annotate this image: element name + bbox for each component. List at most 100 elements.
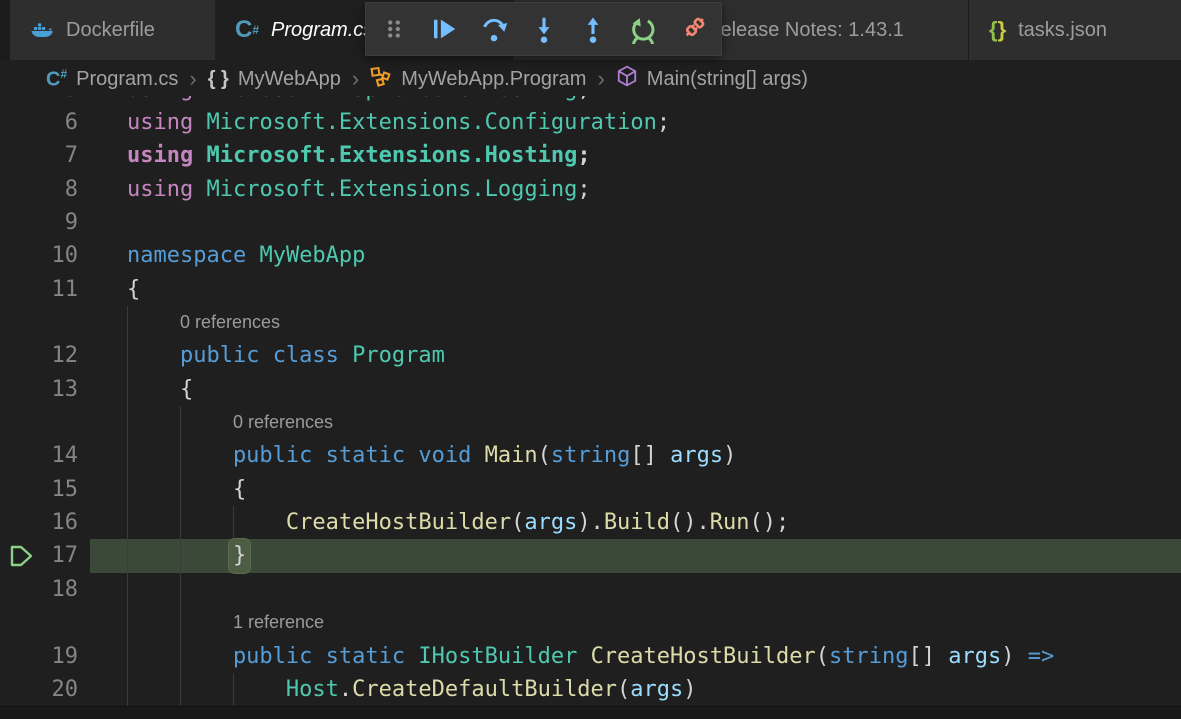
editor-gutter[interactable]: 7 — [0, 139, 90, 172]
editor-gutter[interactable]: 19 — [0, 640, 90, 673]
tab-dockerfile[interactable]: Dockerfile — [10, 0, 215, 60]
editor-gutter[interactable] — [0, 306, 90, 339]
indent-guide — [180, 473, 233, 506]
breadcrumb-separator: › — [352, 66, 359, 92]
debug-step-into-button[interactable] — [524, 9, 564, 49]
breadcrumb-item-method[interactable]: Main(string[] args) — [616, 65, 808, 93]
code-line: 5using Microsoft.AspNetCore.Hosting; — [0, 96, 1181, 106]
editor-gutter[interactable]: 9 — [0, 206, 90, 239]
code-line-content[interactable]: using Microsoft.AspNetCore.Hosting; — [90, 96, 591, 106]
debug-restart-button[interactable] — [623, 9, 663, 49]
code-token: ( — [538, 439, 551, 472]
code-line-content[interactable]: { — [90, 473, 1181, 506]
code-line: 16CreateHostBuilder(args).Build().Run(); — [0, 506, 1181, 539]
code-line-content[interactable]: 0 references — [90, 406, 1181, 439]
code-line-content[interactable]: using Microsoft.Extensions.Logging; — [90, 173, 1181, 206]
debug-toolbar-drag-handle[interactable] — [374, 9, 414, 49]
step-over-icon — [479, 14, 509, 44]
code-line-content[interactable] — [90, 573, 1181, 606]
code-editor[interactable]: 5using Microsoft.AspNetCore.Hosting;6usi… — [0, 96, 1181, 707]
indent-guide — [233, 506, 286, 539]
editor-gutter[interactable]: 11 — [0, 273, 90, 306]
editor-gutter[interactable] — [0, 606, 90, 639]
code-line-content[interactable]: public static void Main(string[] args) — [90, 439, 1181, 472]
code-line-content[interactable]: namespace MyWebApp — [90, 239, 1181, 272]
code-token: using — [127, 106, 206, 139]
breadcrumb-label: MyWebApp.Program — [401, 68, 586, 91]
breadcrumb-separator: › — [597, 66, 604, 92]
code-line-content[interactable]: Host.CreateDefaultBuilder(args) — [90, 673, 1181, 706]
code-line-content[interactable]: public static IHostBuilder CreateHostBui… — [90, 640, 1181, 673]
debug-continue-button[interactable] — [424, 9, 464, 49]
code-token: [] — [630, 439, 670, 472]
breadcrumb-item-class[interactable]: MyWebApp.Program — [370, 65, 586, 93]
indent-guide — [127, 439, 180, 472]
code-token: { — [180, 373, 193, 406]
code-token: ) — [683, 673, 696, 706]
code-token: namespace — [127, 239, 259, 272]
code-line-content[interactable]: public class Program — [90, 339, 1181, 372]
code-token: public — [233, 640, 326, 673]
editor-gutter[interactable]: 14 — [0, 439, 90, 472]
indent-guide — [180, 439, 233, 472]
code-token: ( — [617, 673, 630, 706]
csharp-file-icon: C# — [46, 68, 67, 90]
debug-step-over-button[interactable] — [474, 9, 514, 49]
indent-guide — [180, 506, 233, 539]
gripper-icon — [381, 16, 407, 42]
editor-gutter[interactable]: 16 — [0, 506, 90, 539]
code-line: 17} — [0, 539, 1181, 572]
codelens-references[interactable]: 0 references — [180, 306, 280, 339]
editor-gutter[interactable]: 10 — [0, 239, 90, 272]
code-line: 19public static IHostBuilder CreateHostB… — [0, 640, 1181, 673]
indent-guide — [127, 406, 180, 439]
debug-disconnect-button[interactable] — [673, 9, 713, 49]
namespace-icon: { } — [208, 68, 229, 91]
code-token: args — [670, 439, 723, 472]
code-token: MyWebApp — [259, 239, 365, 272]
code-token: ( — [511, 506, 524, 539]
code-line: 6using Microsoft.Extensions.Configuratio… — [0, 106, 1181, 139]
vscode-window: Dockerfile C# Program.cs Release Notes: … — [0, 0, 1181, 719]
code-token: ; — [577, 139, 590, 172]
editor-gutter[interactable]: 8 — [0, 173, 90, 206]
codelens-line: 1 reference — [0, 606, 1181, 639]
breadcrumb-item-file[interactable]: C# Program.cs — [46, 68, 178, 91]
code-line-content[interactable]: using Microsoft.Extensions.Hosting; — [90, 139, 1181, 172]
step-into-icon — [529, 14, 559, 44]
editor-gutter[interactable]: 20 — [0, 673, 90, 706]
editor-gutter[interactable] — [0, 406, 90, 439]
code-token: string — [829, 640, 908, 673]
code-line-content[interactable]: { — [90, 273, 1181, 306]
codelens-references[interactable]: 1 reference — [233, 606, 324, 639]
code-token: Microsoft.AspNetCore.Hosting — [206, 96, 577, 106]
tab-label: tasks.json — [1018, 19, 1107, 42]
code-line-content[interactable]: { — [90, 373, 1181, 406]
indent-guide — [180, 406, 233, 439]
editor-gutter[interactable]: 15 — [0, 473, 90, 506]
codelens-references[interactable]: 0 references — [233, 406, 333, 439]
code-token: (); — [750, 506, 790, 539]
code-line: 9 — [0, 206, 1181, 239]
editor-gutter[interactable]: 12 — [0, 339, 90, 372]
tab-tasks-json[interactable]: {} tasks.json — [968, 0, 1181, 60]
editor-gutter[interactable]: 5 — [0, 96, 90, 106]
code-line-content[interactable]: 0 references — [90, 306, 1181, 339]
indent-guide — [233, 673, 286, 706]
editor-gutter[interactable]: 6 — [0, 106, 90, 139]
code-line-content[interactable]: using Microsoft.Extensions.Configuration… — [90, 106, 1181, 139]
tab-label: Program.cs — [271, 19, 373, 42]
code-line-content[interactable]: 1 reference — [90, 606, 1181, 639]
debug-step-out-button[interactable] — [573, 9, 613, 49]
code-token: static — [326, 439, 419, 472]
editor-gutter[interactable]: 17 — [0, 539, 90, 572]
editor-gutter[interactable]: 13 — [0, 373, 90, 406]
code-token: ) — [723, 439, 736, 472]
editor-gutter[interactable]: 18 — [0, 573, 90, 606]
breadcrumb-item-namespace[interactable]: { } MyWebApp — [208, 68, 341, 91]
code-line-content[interactable] — [90, 206, 1181, 239]
code-line-content[interactable]: CreateHostBuilder(args).Build().Run(); — [90, 506, 1181, 539]
step-out-icon — [578, 14, 608, 44]
indent-guide — [180, 673, 233, 706]
code-line-content[interactable]: } — [90, 539, 1181, 572]
